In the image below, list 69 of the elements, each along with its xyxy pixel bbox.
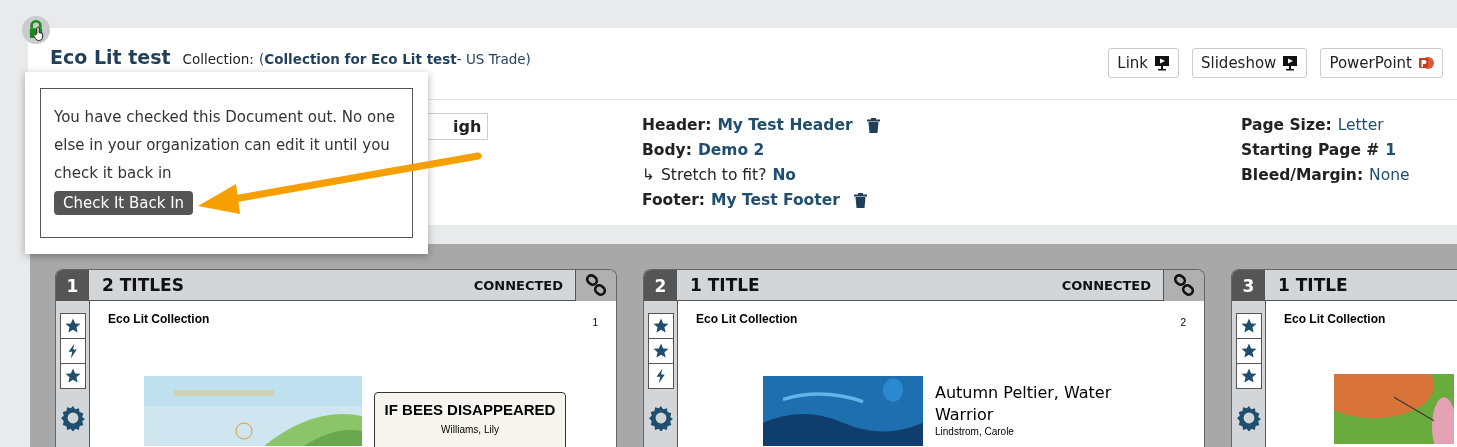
setting-label: Starting Page # (1241, 140, 1380, 161)
check-in-button[interactable]: Check It Back In (54, 191, 194, 215)
star-icon (1239, 342, 1258, 360)
lightning-button[interactable] (59, 338, 86, 364)
star-icon (63, 317, 82, 335)
link-button[interactable] (1163, 270, 1204, 301)
star-button[interactable] (647, 313, 674, 339)
powerpoint-icon (1418, 55, 1434, 71)
book-title: IF BEES DISAPPEARED (383, 401, 557, 418)
connection-status: CONNECTED (473, 277, 563, 293)
star-button[interactable] (1235, 338, 1262, 364)
title-count: 2 TITLES (101, 275, 185, 295)
star-icon (1239, 317, 1258, 335)
presentation-icon (1282, 55, 1299, 71)
field-label: Body: (642, 140, 692, 161)
star-icon (651, 317, 670, 335)
field-value[interactable]: My Test Footer (711, 188, 840, 213)
field-label: Stretch to fit? (661, 165, 767, 186)
trash-icon[interactable] (866, 118, 880, 133)
field-value[interactable]: Demo 2 (697, 138, 765, 163)
field-label: Header: (642, 115, 712, 136)
chain-link-icon (1173, 274, 1195, 296)
star-button[interactable] (1235, 363, 1262, 389)
export-button[interactable]: PowerPoint (1320, 48, 1443, 78)
setting-value: 1 (1385, 140, 1397, 161)
star-button[interactable] (59, 363, 86, 389)
collection-label: Collection: (182, 51, 254, 67)
field-value[interactable]: No (772, 163, 796, 188)
star-button[interactable] (59, 313, 86, 339)
settings-icon[interactable] (1235, 405, 1262, 431)
book-author: Lindstrom, Carole (935, 426, 1015, 437)
star-button[interactable] (647, 338, 674, 364)
presentation-icon (1154, 55, 1170, 71)
export-button[interactable]: Slideshow (1192, 48, 1308, 78)
book-title: Autumn Peltier, Water Warrior (935, 382, 1113, 426)
document-title: Eco Lit test (50, 46, 171, 68)
field-value[interactable]: My Test Header (717, 113, 853, 138)
collection-heading: Eco Lit Collection (108, 312, 210, 328)
page-number: 1 (592, 316, 598, 328)
setting-label: Bleed/Margin: (1241, 165, 1364, 186)
page-number: 2 (644, 270, 677, 301)
link-button[interactable] (575, 270, 616, 301)
trash-icon[interactable] (853, 193, 867, 208)
export-button[interactable]: Link (1108, 48, 1179, 78)
checkout-message: You have checked this Document out. No one else in your organization can edit it until you check it back in (54, 107, 396, 184)
collection-name: (Collection for Eco Lit test- US Trade) (259, 51, 531, 67)
star-button[interactable] (1235, 313, 1262, 339)
settings-icon[interactable] (647, 405, 674, 431)
star-icon (63, 367, 82, 385)
connection-status: CONNECTED (1061, 277, 1151, 293)
field-label: Footer: (642, 190, 706, 211)
lightning-button[interactable] (647, 363, 674, 389)
page-number: 2 (1180, 316, 1186, 328)
star-icon (1239, 367, 1258, 385)
page-number: 3 (1232, 270, 1265, 301)
title-count: 1 TITLE (1277, 275, 1349, 295)
settings-icon[interactable] (59, 405, 86, 431)
setting-label: Page Size: (1241, 115, 1332, 136)
collection-heading: Eco Lit Collection (1284, 312, 1386, 326)
collection-heading: Eco Lit Collection (696, 312, 798, 328)
title-count: 1 TITLE (689, 275, 761, 295)
page-number: 1 (56, 270, 89, 301)
star-icon (651, 342, 670, 360)
setting-value: Letter (1337, 115, 1384, 136)
chain-link-icon (585, 274, 607, 296)
lock-icon[interactable] (22, 16, 50, 44)
book-author: Williams, Lily (440, 424, 500, 435)
sub-arrow-icon: ↳ (642, 163, 655, 188)
setting-value: None (1369, 165, 1410, 186)
